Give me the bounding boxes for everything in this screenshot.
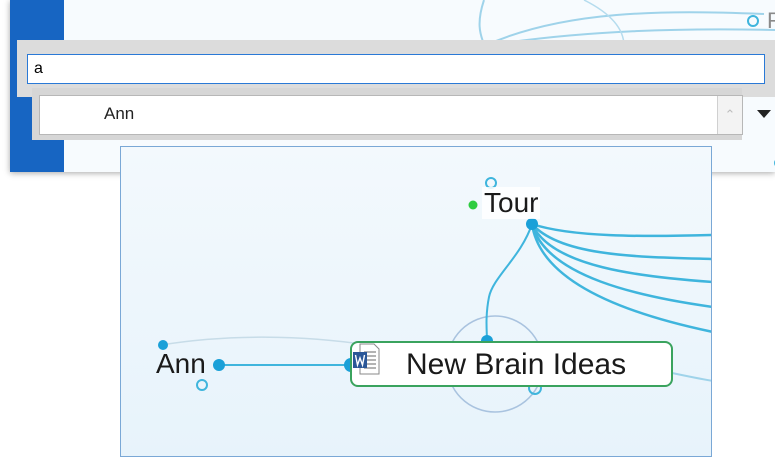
result-item-ann[interactable]: Ann [104, 104, 134, 124]
ann-child-gate[interactable] [196, 379, 208, 391]
chevron-up-icon: ⌃ [724, 107, 736, 122]
word-document-icon [353, 343, 380, 375]
preview-links [158, 177, 711, 413]
thought-tour[interactable]: Tour [482, 187, 541, 219]
tour-child-gate[interactable] [526, 218, 538, 230]
active-thought[interactable]: New Brain Ideas [350, 341, 673, 387]
ann-jump-gate[interactable] [213, 359, 225, 371]
thought-ann[interactable]: Ann [154, 348, 208, 380]
tour-status-dot [468, 200, 478, 210]
brain-preview: Tour Ann New Brain Ideas [120, 146, 712, 457]
active-thought-label: New Brain Ideas [406, 348, 627, 381]
results-list: Ann ⌃ [39, 95, 743, 135]
background-thought-label: R [767, 8, 775, 33]
search-input[interactable] [27, 54, 765, 84]
scroll-up-button[interactable]: ⌃ [717, 96, 742, 134]
dropdown-arrow-icon[interactable] [757, 110, 771, 118]
